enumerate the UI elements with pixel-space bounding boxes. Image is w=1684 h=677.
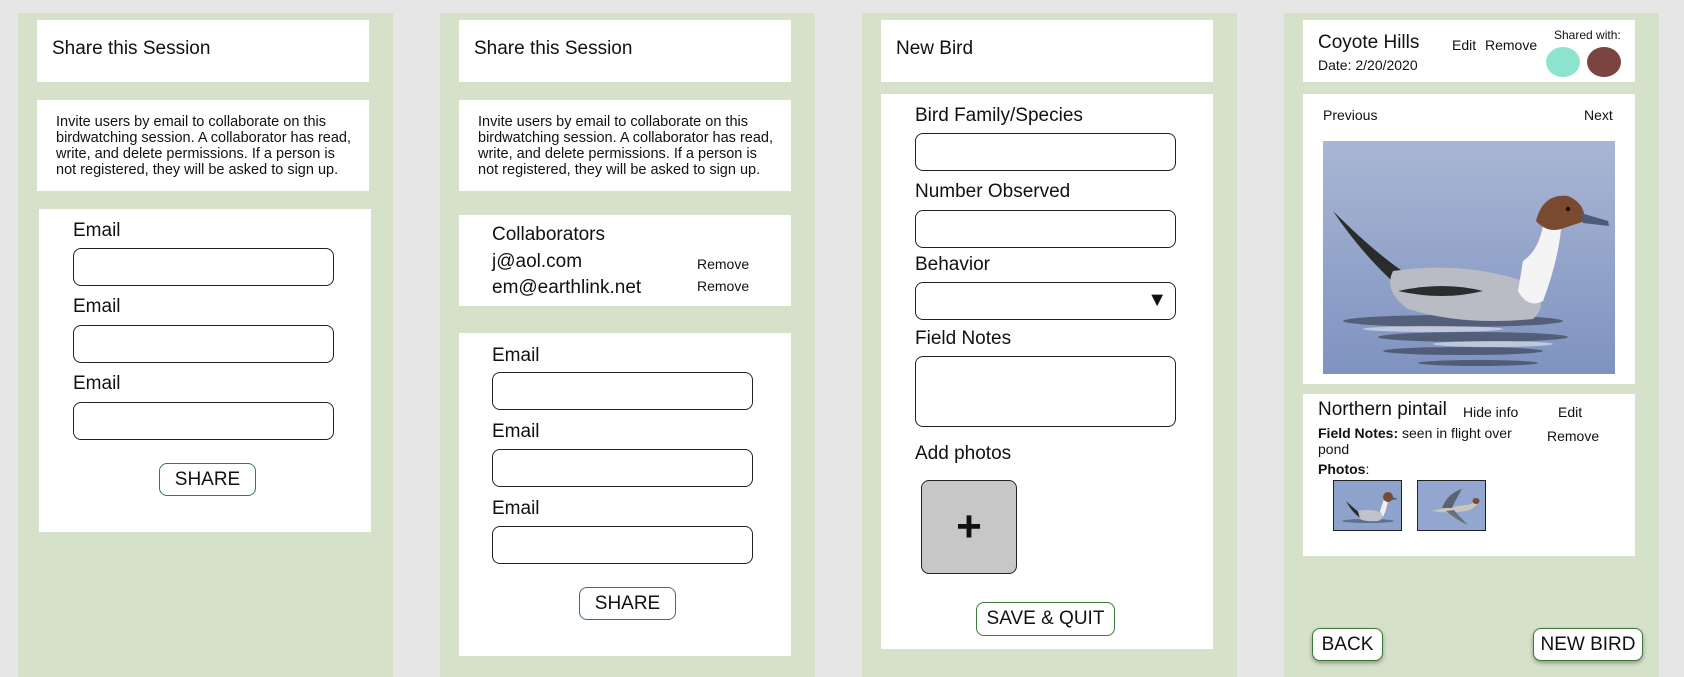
remove-session-button[interactable]: Remove [1485, 37, 1537, 53]
plus-icon: + [956, 502, 982, 551]
email-field[interactable] [73, 248, 334, 286]
share-title-card: Share this Session [459, 20, 791, 82]
photos-key: Photos [1318, 461, 1366, 477]
collaborators-card: Collaborators j@aol.com Remove em@earthl… [459, 215, 791, 306]
number-observed-label: Number Observed [915, 181, 1071, 202]
share-description: Invite users by email to collaborate on … [56, 114, 352, 178]
share-with-collaborators-panel: Share this Session Invite users by email… [440, 13, 815, 677]
avatar[interactable] [1587, 47, 1621, 77]
email-field[interactable] [492, 372, 753, 410]
next-button[interactable]: Next [1584, 107, 1613, 123]
new-bird-title-card: New Bird [881, 20, 1213, 82]
behavior-label: Behavior [915, 254, 990, 275]
bird-info-card: Northern pintail Hide info Edit Remove F… [1303, 394, 1635, 556]
email-label: Email [492, 421, 540, 442]
email-field[interactable] [492, 449, 753, 487]
collaborators-heading: Collaborators [492, 224, 605, 245]
email-field[interactable] [73, 325, 334, 363]
field-notes-textarea[interactable] [915, 356, 1176, 427]
share-title-card: Share this Session [37, 20, 369, 82]
share-description-card: Invite users by email to collaborate on … [459, 100, 791, 191]
share-description-card: Invite users by email to collaborate on … [37, 100, 369, 191]
remove-collaborator-button[interactable]: Remove [697, 278, 749, 294]
collaborator-email: em@earthlink.net [492, 277, 642, 298]
field-notes-text: Field Notes: seen in flight over pond [1318, 425, 1538, 457]
email-field[interactable] [73, 402, 334, 440]
edit-bird-button[interactable]: Edit [1558, 404, 1582, 420]
email-label: Email [73, 220, 121, 241]
pintail-thumbnail-swimming [1334, 481, 1401, 530]
photo-thumbnail[interactable] [1333, 480, 1402, 531]
photos-colon: : [1365, 461, 1370, 477]
page-title: Share this Session [52, 38, 211, 59]
edit-session-button[interactable]: Edit [1452, 37, 1476, 53]
email-field[interactable] [492, 526, 753, 564]
photos-heading: Photos: [1318, 461, 1369, 477]
photo-thumbnail[interactable] [1417, 480, 1486, 531]
share-button[interactable]: SHARE [579, 587, 676, 620]
collaborator-email: j@aol.com [492, 251, 583, 272]
bird-family-label: Bird Family/Species [915, 105, 1083, 126]
field-notes-label: Field Notes [915, 328, 1012, 349]
save-and-quit-button[interactable]: SAVE & QUIT [976, 602, 1115, 636]
behavior-dropdown[interactable]: ▼ [915, 282, 1176, 320]
shared-with-label: Shared with: [1554, 28, 1621, 42]
avatar[interactable] [1546, 47, 1580, 77]
back-button[interactable]: BACK [1312, 628, 1383, 661]
bird-name: Northern pintail [1318, 399, 1447, 420]
session-location: Coyote Hills [1318, 32, 1420, 53]
share-screen-panel: Share this Session Invite users by email… [18, 13, 393, 677]
new-bird-button[interactable]: NEW BIRD [1533, 628, 1643, 661]
remove-bird-button[interactable]: Remove [1547, 428, 1599, 444]
bird-family-field[interactable] [915, 133, 1176, 171]
previous-button[interactable]: Previous [1323, 107, 1377, 123]
page-title: New Bird [896, 38, 974, 59]
session-header-card: Coyote Hills Date: 2/20/2020 Edit Remove… [1303, 20, 1635, 82]
pintail-duck-image [1323, 141, 1615, 374]
new-bird-panel: New Bird Bird Family/Species Number Obse… [862, 13, 1237, 677]
hide-info-button[interactable]: Hide info [1463, 404, 1518, 420]
email-label: Email [492, 498, 540, 519]
share-button[interactable]: SHARE [159, 463, 256, 496]
share-description: Invite users by email to collaborate on … [478, 114, 774, 178]
number-observed-field[interactable] [915, 210, 1176, 248]
photo-viewer-card: Previous Next [1303, 94, 1635, 384]
email-label: Email [492, 345, 540, 366]
add-photos-label: Add photos [915, 443, 1012, 464]
chevron-down-icon: ▼ [1147, 289, 1167, 311]
remove-collaborator-button[interactable]: Remove [697, 256, 749, 272]
session-detail-panel: Coyote Hills Date: 2/20/2020 Edit Remove… [1284, 13, 1659, 677]
add-photo-button[interactable]: + [921, 480, 1017, 574]
email-form-card: Email Email Email SHARE [459, 333, 791, 656]
page-title: Share this Session [474, 38, 633, 59]
email-label: Email [73, 373, 121, 394]
session-date: Date: 2/20/2020 [1318, 57, 1418, 73]
bird-photo [1323, 141, 1615, 374]
email-form-card: Email Email Email SHARE [39, 209, 371, 532]
field-notes-key: Field Notes: [1318, 425, 1399, 441]
email-label: Email [73, 296, 121, 317]
pintail-thumbnail-flying [1418, 481, 1485, 530]
new-bird-form-card: Bird Family/Species Number Observed Beha… [881, 94, 1213, 649]
